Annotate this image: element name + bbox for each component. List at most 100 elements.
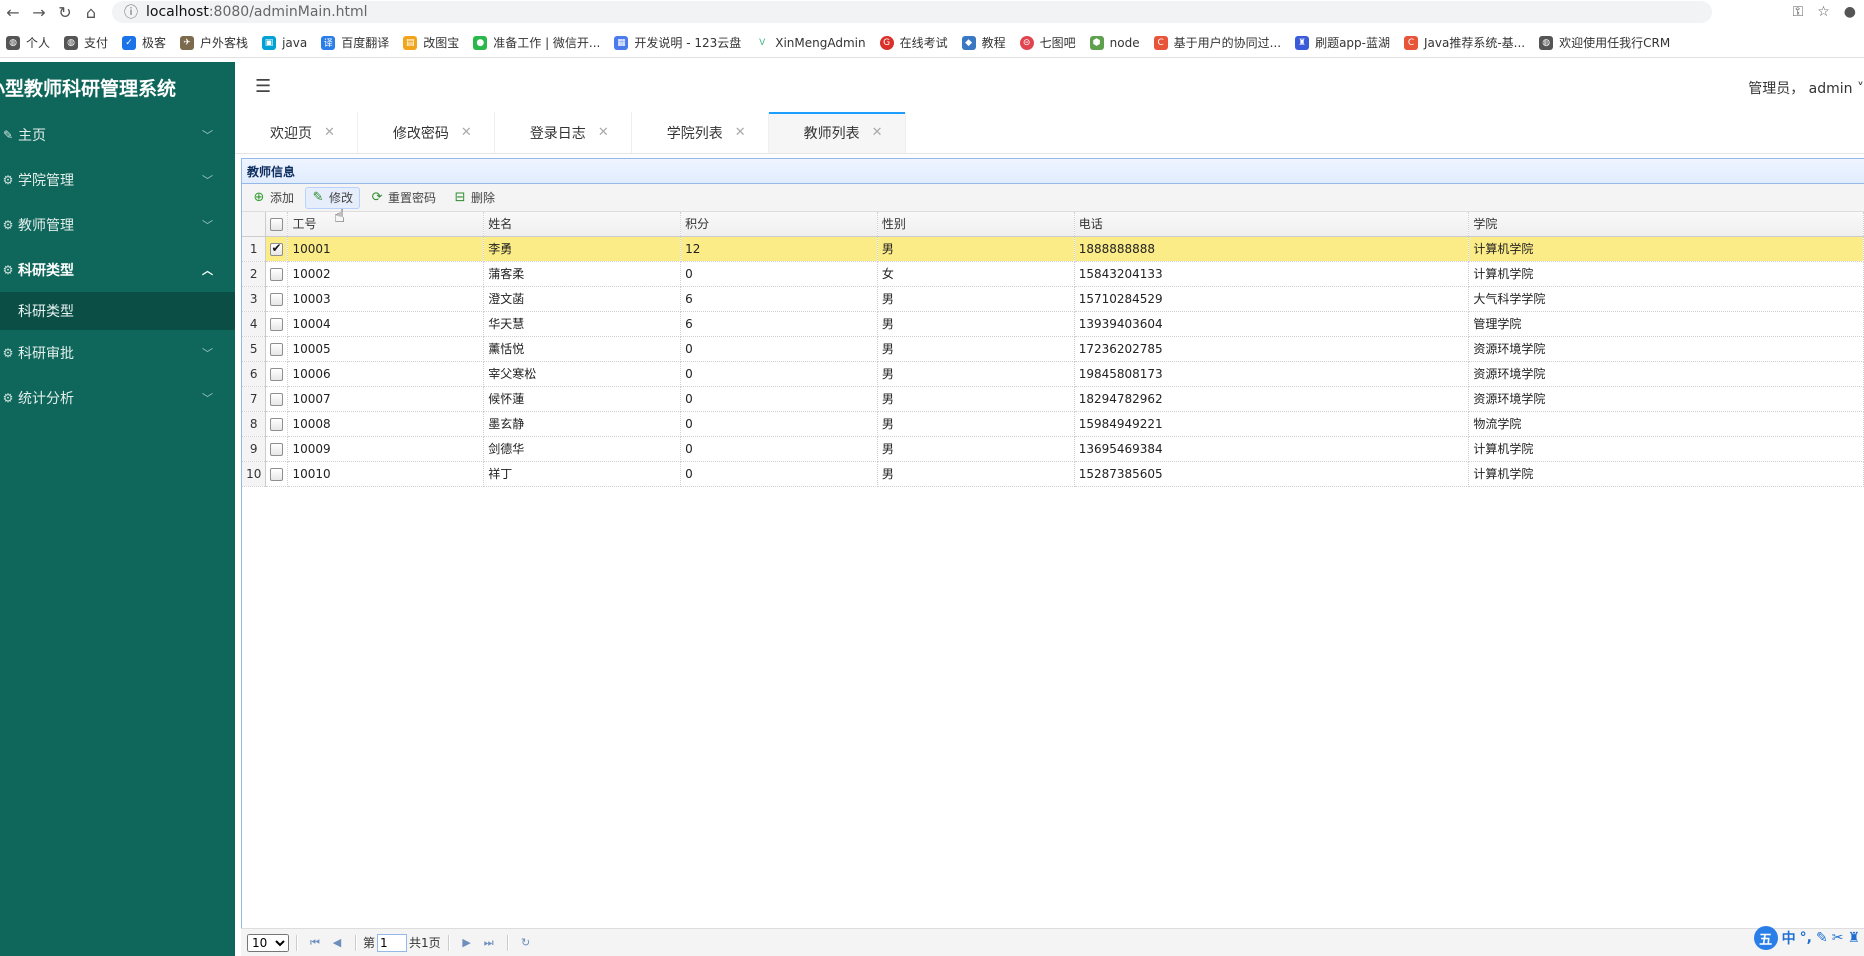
- column-header-college[interactable]: 学院: [1468, 212, 1864, 237]
- table-row[interactable]: 9 10009 剑德华 0 男 13695469384 计算机学院: [242, 436, 1864, 462]
- row-checkbox[interactable]: [265, 461, 289, 487]
- forward-icon[interactable]: →: [26, 0, 52, 24]
- column-header-score[interactable]: 积分: [680, 212, 878, 237]
- checkbox[interactable]: [270, 367, 284, 381]
- punctuation-icon[interactable]: °,: [1800, 930, 1812, 946]
- pen-icon[interactable]: ✎: [1816, 930, 1828, 946]
- last-page-icon[interactable]: ⏭: [478, 933, 500, 953]
- first-page-icon[interactable]: ⏮: [304, 933, 326, 953]
- row-checkbox[interactable]: [265, 411, 289, 437]
- bookmark-item[interactable]: C 基于用户的协同过...: [1148, 28, 1289, 57]
- checkbox[interactable]: [270, 317, 284, 331]
- star-icon[interactable]: ☆: [1817, 4, 1830, 20]
- sidebar-subitem-research-type[interactable]: 科研类型: [0, 292, 235, 330]
- back-icon[interactable]: ←: [0, 0, 26, 24]
- row-checkbox[interactable]: [265, 386, 289, 412]
- row-checkbox[interactable]: [265, 236, 289, 262]
- checkbox[interactable]: [270, 267, 284, 281]
- table-row[interactable]: 10 10010 祥丁 0 男 15287385605 计算机学院: [242, 461, 1864, 487]
- tab-teacher-list[interactable]: 教师列表 ✕: [768, 112, 906, 153]
- table-row[interactable]: 1 10001李勇12男1888888888计算机学院: [242, 236, 1864, 262]
- bookmark-item[interactable]: ♜ 刷题app-蓝湖: [1289, 28, 1398, 57]
- row-checkbox[interactable]: [265, 436, 289, 462]
- column-header-phone[interactable]: 电话: [1074, 212, 1470, 237]
- reload-icon[interactable]: ↻: [52, 0, 78, 24]
- bookmark-item[interactable]: ◍ 欢迎使用任我行CRM: [1533, 28, 1678, 57]
- row-number: 3: [242, 286, 267, 312]
- bookmark-item[interactable]: ⬢ node: [1084, 28, 1148, 57]
- tab-login-log[interactable]: 登录日志 ✕: [495, 112, 632, 153]
- table-row[interactable]: 2 10002 蒲客柔 0 女 15843204133 计算机学院: [242, 261, 1864, 287]
- row-checkbox[interactable]: [265, 286, 289, 312]
- sidebar-item-home[interactable]: ✎ 主页 ﹀: [0, 112, 235, 157]
- row-checkbox[interactable]: [265, 311, 289, 337]
- column-header-gender[interactable]: 性别: [877, 212, 1075, 237]
- close-icon[interactable]: ✕: [598, 125, 609, 140]
- close-icon[interactable]: ✕: [735, 125, 746, 140]
- ime-language[interactable]: 中: [1782, 928, 1796, 948]
- row-checkbox[interactable]: [265, 361, 289, 387]
- tab-change-password[interactable]: 修改密码 ✕: [358, 112, 495, 153]
- bookmark-item[interactable]: ▦ 开发说明 - 123云盘: [608, 28, 749, 57]
- bookmark-item[interactable]: ✈ 户外客栈: [174, 28, 256, 57]
- sidebar-item-research-type[interactable]: ⚙ 科研类型 ︿: [0, 247, 235, 292]
- table-row[interactable]: 8 10008 墨玄静 0 男 15984949221 物流学院: [242, 411, 1864, 437]
- column-header-name[interactable]: 姓名: [483, 212, 682, 237]
- column-header-id[interactable]: 工号: [287, 212, 485, 237]
- url-field[interactable]: ⓘ localhost:8080/adminMain.html: [112, 1, 1712, 23]
- key-icon[interactable]: ⚿: [1793, 4, 1804, 20]
- shirt-icon[interactable]: ♜: [1847, 930, 1860, 946]
- checkbox[interactable]: [270, 392, 284, 406]
- ime-logo-icon[interactable]: 五: [1753, 926, 1778, 950]
- user-menu[interactable]: 管理员， admin ˅: [1748, 78, 1864, 98]
- bookmark-item[interactable]: ◍ 支付: [58, 28, 116, 57]
- next-page-icon[interactable]: ▶: [456, 933, 478, 953]
- edit-button[interactable]: ✎ 修改: [305, 186, 361, 209]
- page-size-select[interactable]: 10: [247, 933, 289, 952]
- bookmark-item[interactable]: ▣ java: [256, 28, 315, 57]
- checkbox[interactable]: [270, 417, 284, 431]
- table-row[interactable]: 6 10006 宰父寒松 0 男 19845808173 资源环境学院: [242, 361, 1864, 387]
- checkbox[interactable]: [270, 241, 284, 256]
- bookmark-item[interactable]: ✓ 极客: [116, 28, 174, 57]
- checkbox[interactable]: [270, 342, 284, 356]
- scissors-icon[interactable]: ✂: [1832, 930, 1844, 946]
- add-button[interactable]: ⊕ 添加: [246, 187, 301, 209]
- bookmark-item[interactable]: ◍ 个人: [0, 28, 58, 57]
- table-row[interactable]: 7 10007 候怀蓮 0 男 18294782962 资源环境学院: [242, 386, 1864, 412]
- refresh-icon[interactable]: ↻: [515, 933, 537, 953]
- checkbox[interactable]: [270, 442, 284, 456]
- sidebar-item-teacher[interactable]: ⚙ 教师管理 ﹀: [0, 202, 235, 247]
- prev-page-icon[interactable]: ◀: [326, 933, 348, 953]
- table-row[interactable]: 3 10003 澄文菡 6 男 15710284529 大气科学学院: [242, 286, 1864, 312]
- profile-icon[interactable]: ●: [1844, 4, 1856, 20]
- page-number-input[interactable]: [377, 933, 408, 952]
- row-checkbox[interactable]: [265, 261, 289, 287]
- home-icon[interactable]: ⌂: [78, 0, 104, 24]
- table-row[interactable]: 4 10004 华天慧 6 男 13939403604 管理学院: [242, 311, 1864, 337]
- bookmark-item[interactable]: V XinMengAdmin: [749, 28, 873, 57]
- bookmark-item[interactable]: ▤ 改图宝: [397, 28, 467, 57]
- menu-toggle-icon[interactable]: ☰: [255, 76, 271, 97]
- tab-college-list[interactable]: 学院列表 ✕: [632, 112, 769, 153]
- bookmark-item[interactable]: 译百度翻译: [315, 28, 397, 57]
- checkbox[interactable]: [270, 467, 284, 481]
- delete-button[interactable]: ⊟ 删除: [447, 187, 502, 209]
- close-icon[interactable]: ✕: [461, 125, 472, 140]
- tab-welcome[interactable]: 欢迎页 ✕: [235, 112, 358, 153]
- bookmark-item[interactable]: G 在线考试: [874, 28, 956, 57]
- bookmark-item[interactable]: ⊝ 七图吧: [1014, 28, 1084, 57]
- close-icon[interactable]: ✕: [324, 125, 335, 140]
- close-icon[interactable]: ✕: [872, 125, 883, 140]
- row-checkbox[interactable]: [265, 336, 289, 362]
- bookmark-item[interactable]: ● 准备工作 | 微信开...: [467, 28, 608, 57]
- reset-password-button[interactable]: ⟳ 重置密码: [364, 187, 443, 209]
- sidebar-item-college[interactable]: ⚙ 学院管理 ﹀: [0, 157, 235, 202]
- sidebar-item-research-approval[interactable]: ⚙ 科研审批 ﹀: [0, 330, 235, 375]
- checkbox[interactable]: [270, 292, 284, 306]
- bookmark-item[interactable]: C Java推荐系统-基...: [1398, 28, 1533, 57]
- table-row[interactable]: 5 10005 薰恬悦 0 男 17236202785 资源环境学院: [242, 336, 1864, 362]
- sidebar-item-statistics[interactable]: ⚙ 统计分析 ﹀: [0, 375, 235, 420]
- bookmark-item[interactable]: ◆ 教程: [956, 28, 1014, 57]
- select-all-checkbox[interactable]: [265, 212, 289, 237]
